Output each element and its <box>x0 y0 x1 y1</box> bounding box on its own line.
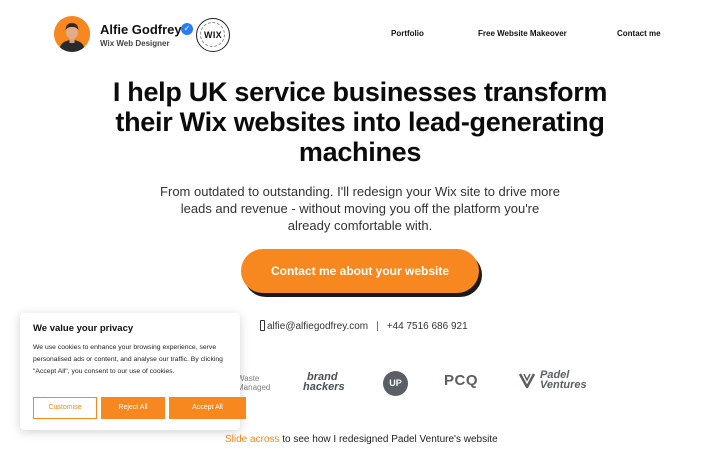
contact-line: alfie@alfiegodfrey.com | +44 7516 686 921 <box>260 320 468 332</box>
logo-padel-line2: Ventures <box>540 379 587 391</box>
contact-separator: | <box>376 321 379 332</box>
logo-padel-ventures: Padel Ventures <box>540 370 587 391</box>
phone-link[interactable]: +44 7516 686 921 <box>387 321 468 332</box>
site-header: Alfie Godfrey ✓ Wix Web Designer WIX Por… <box>0 0 720 68</box>
reject-all-button[interactable]: Reject All <box>101 397 165 419</box>
logo-pcq: PCQ <box>444 372 479 389</box>
cookie-text: We use cookies to enhance your browsing … <box>33 344 223 375</box>
slide-accent: Slide across <box>225 434 280 445</box>
brand-role: Wix Web Designer <box>100 39 170 48</box>
cookie-title: We value your privacy <box>33 323 134 334</box>
logo-waste-line1: Waste <box>237 374 260 383</box>
customise-button[interactable]: Customise <box>33 397 97 419</box>
nav-free-website-makeover[interactable]: Free Website Makeover <box>478 29 567 38</box>
brand-name[interactable]: Alfie Godfrey <box>100 22 182 37</box>
hero-subtitle: From outdated to outstanding. I'll redes… <box>160 184 560 233</box>
cookie-banner: We value your privacy We use cookies to … <box>20 313 246 430</box>
nav-contact-me[interactable]: Contact me <box>617 29 661 38</box>
phone-icon <box>260 320 265 331</box>
logo-brand-line2: hackers <box>303 381 345 393</box>
logo-waste-line2: Managed <box>237 383 271 392</box>
nav-portfolio[interactable]: Portfolio <box>391 29 424 38</box>
email-link[interactable]: alfie@alfiegodfrey.com <box>267 321 368 332</box>
accept-all-button[interactable]: Accept All <box>169 397 246 419</box>
slide-rest: to see how I redesigned Padel Venture's … <box>279 434 498 445</box>
wix-partner-badge-icon: WIX <box>196 18 230 52</box>
logo-waste-managed: Waste Managed <box>237 374 270 392</box>
verified-check-icon: ✓ <box>181 23 193 35</box>
contact-cta-button[interactable]: Contact me about your website <box>241 249 479 293</box>
logo-brand-hackers: brand hackers <box>303 372 345 393</box>
padel-ventures-mark-icon <box>518 373 536 388</box>
badge-text: WIX <box>204 30 222 40</box>
hero-title: I help UK service businesses transform t… <box>112 77 608 167</box>
logo-up: UP <box>383 371 408 396</box>
avatar[interactable] <box>54 16 90 52</box>
slide-instruction: Slide across to see how I redesigned Pad… <box>225 434 498 445</box>
